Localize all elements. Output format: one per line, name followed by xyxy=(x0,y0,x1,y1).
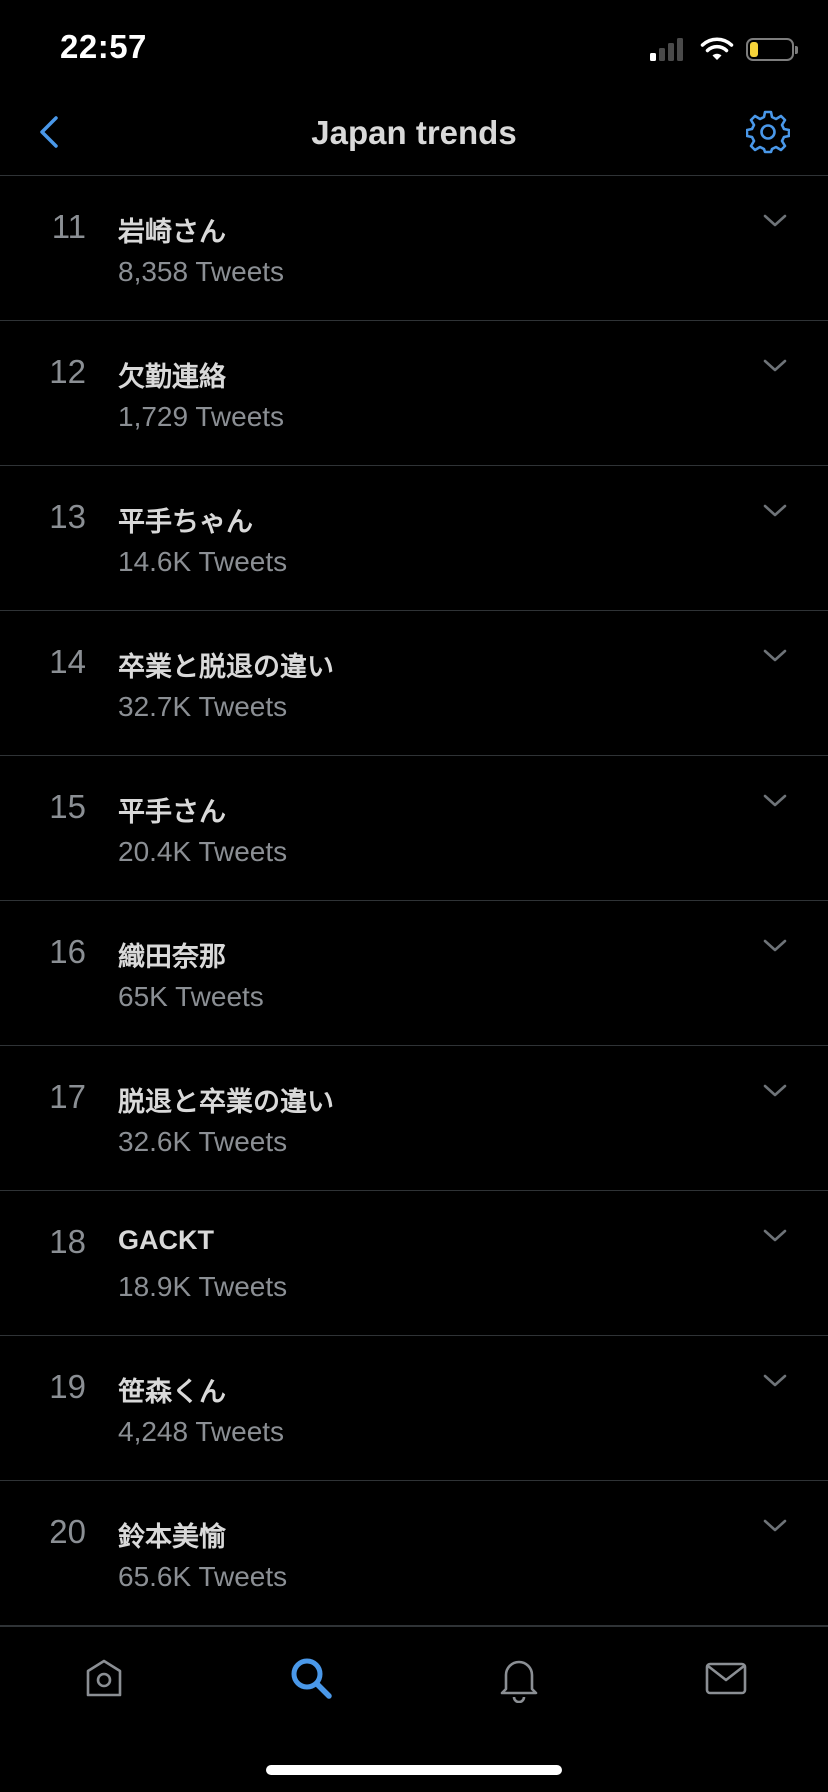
trend-rank: 12 xyxy=(49,353,86,390)
signal-bar xyxy=(650,53,656,61)
trend-row[interactable]: 14 卒業と脱退の違い 32.7K Tweets xyxy=(0,611,828,756)
battery-icon xyxy=(746,37,798,61)
trend-tweet-count: 65.6K Tweets xyxy=(118,1561,288,1592)
chevron-down-icon[interactable] xyxy=(760,210,790,230)
trend-tweet-count: 18.9K Tweets xyxy=(118,1271,288,1302)
trend-rank: 17 xyxy=(49,1078,86,1115)
trend-name[interactable]: GACKT xyxy=(118,1225,214,1256)
trend-tweet-count: 65K Tweets xyxy=(118,981,264,1012)
home-icon[interactable] xyxy=(79,1653,129,1703)
header: Japan trends xyxy=(0,100,828,176)
signal-bar xyxy=(659,48,665,61)
chevron-down-icon[interactable] xyxy=(760,1515,790,1535)
trend-row[interactable]: 19 笹森くん 4,248 Tweets xyxy=(0,1336,828,1481)
trend-row[interactable]: 20 鈴本美愉 65.6K Tweets xyxy=(0,1481,828,1626)
trend-name[interactable]: 平手ちゃん xyxy=(118,500,253,539)
chevron-down-icon[interactable] xyxy=(760,500,790,520)
trend-tweet-count: 32.7K Tweets xyxy=(118,691,288,722)
trend-tweet-count: 1,729 Tweets xyxy=(118,401,285,432)
trend-row[interactable]: 18 GACKT 18.9K Tweets xyxy=(0,1191,828,1336)
trend-row[interactable]: 12 欠勤連絡 1,729 Tweets xyxy=(0,321,828,466)
page-title: Japan trends xyxy=(311,114,517,151)
mail-icon[interactable] xyxy=(701,1653,751,1703)
trend-tweet-count: 8,358 Tweets xyxy=(118,256,285,287)
trend-tweet-count: 14.6K Tweets xyxy=(118,546,288,577)
status-time: 22:57 xyxy=(60,28,147,65)
signal-bar xyxy=(677,38,683,61)
search-icon[interactable] xyxy=(286,1653,336,1703)
trend-tweet-count: 32.6K Tweets xyxy=(118,1126,288,1157)
chevron-down-icon[interactable] xyxy=(760,1080,790,1100)
trend-rank: 16 xyxy=(49,933,86,970)
chevron-down-icon[interactable] xyxy=(760,1225,790,1245)
gear-icon[interactable] xyxy=(746,110,790,154)
trend-row[interactable]: 17 脱退と卒業の違い 32.6K Tweets xyxy=(0,1046,828,1191)
trend-name[interactable]: 織田奈那 xyxy=(118,935,226,974)
chevron-down-icon[interactable] xyxy=(760,1370,790,1390)
trend-row[interactable]: 15 平手さん 20.4K Tweets xyxy=(0,756,828,901)
trend-name[interactable]: 脱退と卒業の違い xyxy=(118,1080,334,1119)
chevron-down-icon[interactable] xyxy=(760,935,790,955)
signal-bar xyxy=(668,43,674,61)
trend-rank: 13 xyxy=(49,498,86,535)
chevron-down-icon[interactable] xyxy=(760,790,790,810)
bell-icon[interactable] xyxy=(494,1653,544,1703)
signal-icon xyxy=(650,37,686,61)
trend-name[interactable]: 欠勤連絡 xyxy=(118,355,226,394)
status-icons xyxy=(650,36,798,62)
trend-name[interactable]: 平手さん xyxy=(118,790,226,829)
trend-rank: 14 xyxy=(49,643,86,680)
status-bar: 22:57 xyxy=(0,0,828,100)
trend-tweet-count: 4,248 Tweets xyxy=(118,1416,285,1447)
trend-name[interactable]: 卒業と脱退の違い xyxy=(118,645,334,684)
trend-rank: 19 xyxy=(49,1368,86,1405)
trend-rank: 15 xyxy=(49,788,86,825)
home-indicator xyxy=(266,1765,562,1775)
trend-name[interactable]: 岩崎さん xyxy=(118,210,226,249)
trend-rank: 18 xyxy=(49,1223,86,1260)
chevron-down-icon[interactable] xyxy=(760,645,790,665)
trend-list: 11 岩崎さん 8,358 Tweets 12 欠勤連絡 1,729 Tweets 13 平手… xyxy=(0,176,828,1626)
trend-name[interactable]: 鈴本美愉 xyxy=(118,1515,226,1554)
chevron-down-icon[interactable] xyxy=(760,355,790,375)
trend-name[interactable]: 笹森くん xyxy=(118,1370,226,1409)
trend-row[interactable]: 16 織田奈那 65K Tweets xyxy=(0,901,828,1046)
trend-rank: 11 xyxy=(51,208,86,245)
trend-tweet-count: 20.4K Tweets xyxy=(118,836,288,867)
trend-row[interactable]: 11 岩崎さん 8,358 Tweets xyxy=(0,176,828,321)
trend-row[interactable]: 13 平手ちゃん 14.6K Tweets xyxy=(0,466,828,611)
wifi-icon xyxy=(700,37,734,60)
trend-rank: 20 xyxy=(49,1513,86,1550)
